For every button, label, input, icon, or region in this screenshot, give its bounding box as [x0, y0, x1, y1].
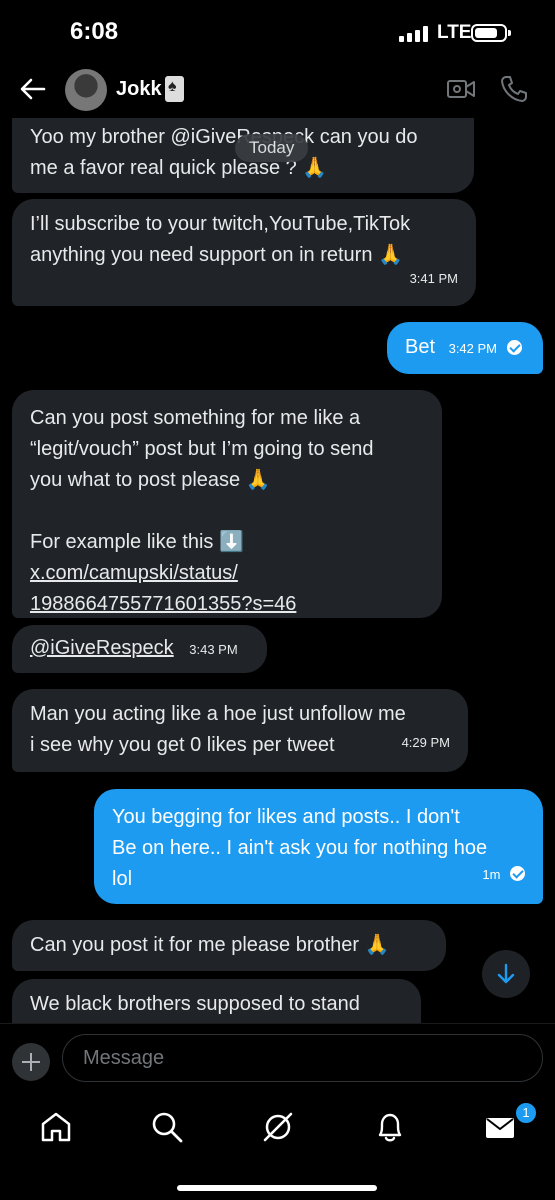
envelope-icon[interactable]	[482, 1109, 518, 1145]
message-meta: 1m	[482, 858, 525, 890]
message-line: i see why you get 0 likes per tweet	[30, 734, 335, 756]
message-bubble-incoming[interactable]: Can you post something for me like a “le…	[12, 390, 442, 618]
network-label: LTE	[437, 22, 472, 43]
phone-icon[interactable]	[499, 74, 529, 104]
message-timestamp: 3:41 PM	[409, 271, 458, 286]
message-line: For example like this ⬇️	[30, 531, 244, 553]
read-check-icon	[510, 866, 525, 881]
message-bubble-outgoing[interactable]: Bet 3:42 PM	[387, 322, 543, 374]
message-list[interactable]: Yoo my brother @iGiveRespeck can you do …	[0, 118, 555, 1023]
message-line: lol	[112, 868, 133, 890]
message-bubble-incoming[interactable]: @iGiveRespeck 3:43 PM	[12, 625, 267, 673]
contact-name[interactable]: Jokk	[116, 78, 162, 101]
message-line: Man you acting like a hoe just unfollow …	[30, 703, 406, 725]
message-link[interactable]: x.com/camupski/status/	[30, 558, 424, 589]
grok-icon[interactable]	[260, 1109, 296, 1145]
message-text: We black brothers supposed to stand	[30, 993, 360, 1015]
message-bubble-incoming[interactable]: Can you post it for me please brother 🙏	[12, 920, 446, 971]
message-bubble-incoming[interactable]: Man you acting like a hoe just unfollow …	[12, 689, 468, 772]
messages-badge: 1	[514, 1101, 538, 1125]
date-separator: Today	[235, 134, 309, 162]
video-call-icon[interactable]	[446, 76, 476, 102]
scroll-to-bottom-button[interactable]	[482, 950, 530, 998]
bottom-tab-bar: 1	[0, 1095, 555, 1200]
message-text: Can you post it for me please brother 🙏	[30, 934, 390, 956]
message-line: “legit/vouch” post but I’m going to send	[30, 438, 374, 460]
playing-card-emoji	[165, 76, 184, 102]
message-line: I’ll subscribe to your twitch,YouTube,Ti…	[30, 213, 411, 235]
message-line: You begging for likes and posts.. I don'…	[112, 806, 460, 828]
clock: 6:08	[70, 18, 119, 45]
arrow-left-icon[interactable]	[18, 74, 48, 104]
battery-icon	[471, 24, 511, 42]
message-input[interactable]	[62, 1034, 543, 1082]
message-bubble-incoming[interactable]: We black brothers supposed to stand	[12, 979, 421, 1023]
message-line: anything you need support on in return 🙏	[30, 244, 403, 266]
message-bubble-incoming[interactable]: I’ll subscribe to your twitch,YouTube,Ti…	[12, 199, 476, 306]
avatar[interactable]	[65, 69, 107, 111]
status-bar: 6:08 LTE	[0, 0, 555, 62]
message-line-blank	[30, 496, 424, 527]
message-composer	[0, 1023, 555, 1096]
search-icon[interactable]	[149, 1109, 185, 1145]
signal-icon	[399, 26, 431, 42]
conversation-header: Jokk	[0, 62, 555, 118]
message-timestamp: 4:29 PM	[401, 735, 450, 750]
home-icon[interactable]	[38, 1109, 74, 1145]
message-text: Bet	[405, 336, 436, 358]
arrow-down-icon	[497, 963, 515, 984]
message-bubble-outgoing[interactable]: You begging for likes and posts.. I don'…	[94, 789, 543, 904]
message-timestamp: 1m	[482, 867, 501, 882]
mention-link[interactable]: @iGiveRespeck	[30, 637, 174, 659]
bell-icon[interactable]	[372, 1109, 408, 1145]
message-line: Be on here.. I ain't ask you for nothing…	[112, 837, 488, 859]
message-line: Can you post something for me like a	[30, 407, 361, 429]
read-check-icon	[506, 340, 522, 355]
home-indicator	[177, 1185, 377, 1191]
message-timestamp: 3:43 PM	[189, 642, 238, 657]
plus-icon[interactable]	[12, 1043, 50, 1081]
message-timestamp: 3:42 PM	[448, 341, 498, 356]
message-link[interactable]: 1988664755771601355?s=46	[30, 589, 424, 620]
message-line: you what to post please 🙏	[30, 469, 271, 491]
